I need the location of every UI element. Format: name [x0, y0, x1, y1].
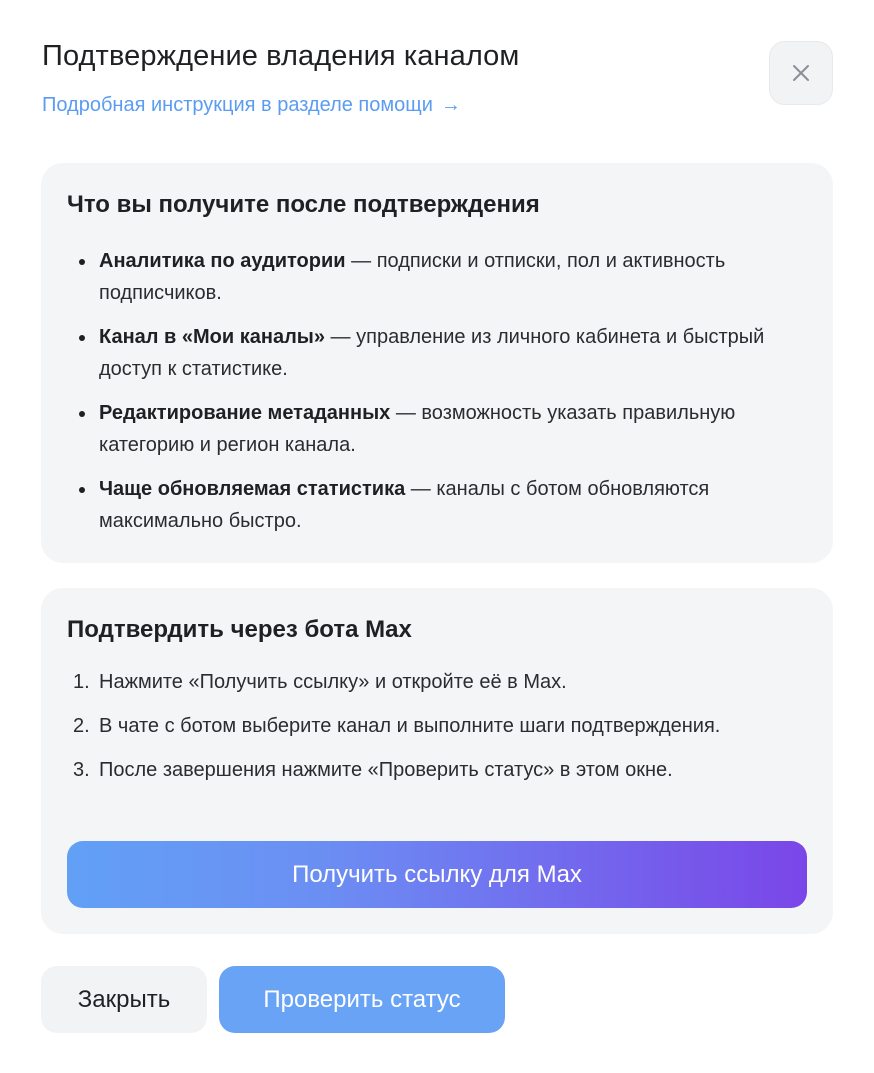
close-icon — [793, 65, 809, 81]
help-link-label: Подробная инструкция в разделе помощи — [42, 94, 433, 116]
steps-list: 1. Нажмите «Получить ссылку» и откройте е… — [67, 666, 807, 786]
step-number: 2. — [73, 715, 90, 737]
list-item: 2. В чате с ботом выберите канал и выполн… — [67, 710, 807, 742]
list-item: Чаще обновляемая статистика — каналы с б… — [67, 473, 807, 537]
list-item: 1. Нажмите «Получить ссылку» и откройте е… — [67, 666, 807, 698]
help-link[interactable]: Подробная инструкция в разделе помощи → — [42, 94, 461, 117]
check-status-button[interactable]: Проверить статус — [219, 966, 505, 1033]
list-item: Канал в «Мои каналы» — управление из лич… — [67, 321, 807, 385]
benefit-name: Редактирование метаданных — [99, 402, 391, 424]
step-number: 1. — [73, 671, 90, 693]
step-text: После завершения нажмите «Проверить стат… — [99, 759, 673, 781]
bot-verification-card: Подтвердить через бота Max 1. Нажмите «По… — [41, 588, 833, 934]
ownership-dialog: Подтверждение владения каналом Подробная… — [0, 0, 874, 1073]
step-number: 3. — [73, 759, 90, 781]
bot-card-title: Подтвердить через бота Max — [67, 616, 412, 643]
benefit-name: Чаще обновляемая статистика — [99, 478, 406, 500]
arrow-right-icon: → — [440, 94, 461, 116]
list-item: Аналитика по аудитории — подписки и отпи… — [67, 245, 807, 309]
list-item: Редактирование метаданных — возможность … — [67, 397, 807, 461]
benefits-title: Что вы получите после подтверждения — [67, 191, 540, 218]
step-text: В чате с ботом выберите канал и выполнит… — [99, 715, 721, 737]
close-button[interactable]: Закрыть — [41, 966, 207, 1033]
benefit-name: Аналитика по аудитории — [99, 250, 346, 272]
benefits-list: Аналитика по аудитории — подписки и отпи… — [67, 245, 807, 537]
dialog-title: Подтверждение владения каналом — [42, 40, 520, 72]
get-max-link-button[interactable]: Получить ссылку для Max — [67, 841, 807, 908]
benefits-card: Что вы получите после подтверждения Анал… — [41, 163, 833, 563]
list-item: 3. После завершения нажмите «Проверить ст… — [67, 754, 807, 786]
benefit-name: Канал в «Мои каналы» — [99, 326, 325, 348]
close-dialog-button[interactable] — [769, 41, 833, 105]
step-text: Нажмите «Получить ссылку» и откройте её … — [99, 671, 567, 693]
